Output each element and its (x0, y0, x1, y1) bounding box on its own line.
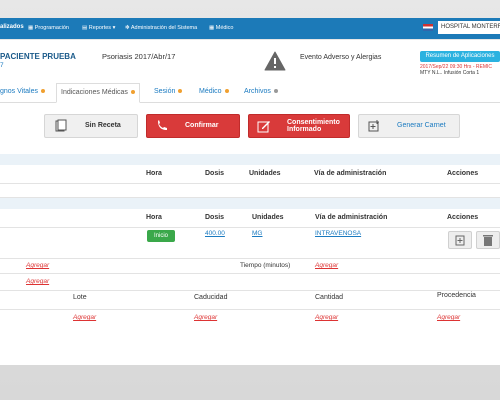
nav-reportes[interactable]: ▤ Reportes ▾ (82, 25, 115, 31)
generar-carnet-button[interactable]: Generar Carnet (358, 114, 460, 138)
patient-id: 7 (0, 62, 4, 69)
status-dot-icon (130, 90, 135, 95)
diagnosis: Psoriasis 2017/Abr/17 (102, 52, 176, 61)
agregar-link[interactable]: Agregar (26, 278, 49, 285)
table-row: Inicio 400.00 MG INTRAVENOSA (0, 227, 500, 259)
tab-indicaciones-medicas[interactable]: Indicaciones Médicas (56, 83, 140, 103)
status-dot-icon (273, 89, 278, 94)
agregar-link[interactable]: Agregar (194, 314, 217, 321)
consentimiento-button[interactable]: Consentimiento Informado (248, 114, 350, 138)
top-nav-bar: alizados ▦ Programación ▤ Reportes ▾ ✻ A… (0, 18, 500, 39)
adverse-events-link[interactable]: Evento Adverso y Alergias (300, 54, 381, 61)
agregar-link[interactable]: Agregar (73, 314, 96, 321)
nav-medico[interactable]: ▦ Médico (209, 25, 233, 31)
inicio-button[interactable]: Inicio (147, 230, 175, 242)
dose-value[interactable]: 400.00 (205, 230, 225, 237)
delete-row-button[interactable] (476, 231, 500, 249)
section-band (0, 154, 500, 165)
tiempo-label: Tiempo (minutos) (240, 262, 291, 269)
section-band (0, 198, 500, 209)
agregar-link[interactable]: Agregar (26, 262, 49, 269)
tab-sesion[interactable]: Sesión (150, 83, 186, 101)
agregar-link[interactable]: Agregar (437, 314, 460, 321)
add-row-button[interactable] (448, 231, 472, 249)
trash-icon (483, 235, 493, 246)
warning-icon (264, 51, 286, 71)
sin-receta-button[interactable]: Sin Receta (44, 114, 138, 138)
hospital-selector[interactable]: HOSPITAL MONTERR (438, 21, 500, 34)
add-card-icon (368, 120, 379, 132)
route-value[interactable]: INTRAVENOSA (315, 230, 361, 237)
table-row (0, 183, 500, 198)
main-panel: PACIENTE PRUEBA 7 Psoriasis 2017/Abr/17 … (0, 40, 500, 365)
agregar-link[interactable]: Agregar (315, 262, 338, 269)
status-dot-icon (41, 89, 46, 94)
location-text: MTY N.L.. Infusión Corta 1 (420, 70, 480, 76)
flag-icon (423, 24, 433, 31)
brand-text: alizados (0, 24, 24, 30)
patient-name: PACIENTE PRUEBA (0, 52, 76, 61)
tab-archivos[interactable]: Archivos (240, 83, 282, 101)
table-header-row: Hora Dosis Unidades Vía de administració… (0, 165, 500, 184)
lot-header-row: Lote Caducidad Cantidad Procedencia (0, 291, 500, 310)
nav-administracion[interactable]: ✻ Administración del Sistema (125, 25, 197, 31)
agregar-link[interactable]: Agregar (315, 314, 338, 321)
add-icon (455, 235, 465, 246)
edit-icon (257, 121, 270, 133)
table-row: Agregar Tiempo (minutos) Agregar (0, 259, 500, 274)
phone-icon (158, 120, 167, 130)
status-dot-icon (224, 89, 229, 94)
table-header-row: Hora Dosis Unidades Vía de administració… (0, 209, 500, 228)
unit-value[interactable]: MG (252, 230, 262, 237)
tab-medico[interactable]: Médico (195, 83, 233, 101)
tab-bar: gnos Vitales Indicaciones Médicas Sesión… (0, 83, 500, 103)
status-dot-icon (178, 89, 183, 94)
document-icon (55, 119, 67, 132)
table-row: Agregar (0, 274, 500, 291)
tab-signos-vitales[interactable]: gnos Vitales (0, 83, 49, 101)
table-row: Agregar Agregar Agregar Agregar (0, 310, 500, 330)
confirmar-button[interactable]: Confirmar (146, 114, 240, 138)
summary-button[interactable]: Resumen de Aplicaciones (420, 51, 500, 62)
nav-programacion[interactable]: ▦ Programación (28, 25, 69, 31)
